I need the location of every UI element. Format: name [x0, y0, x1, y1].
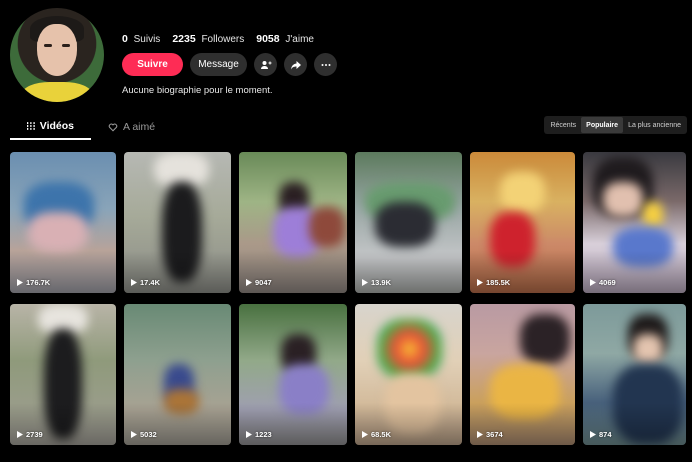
- video-card[interactable]: 2739: [10, 304, 116, 445]
- stat-followers-value: 2235: [172, 33, 196, 45]
- play-icon: [477, 431, 483, 438]
- view-count: 5032: [131, 430, 157, 439]
- play-icon: [362, 279, 368, 286]
- play-icon: [17, 431, 23, 438]
- video-card[interactable]: 4069: [583, 152, 686, 293]
- stat-likes-label: J'aime: [285, 34, 314, 45]
- view-count: 874: [590, 430, 612, 439]
- avatar-shirt: [22, 82, 92, 102]
- tab-liked-label: A aimé: [123, 121, 156, 133]
- more-options-button[interactable]: [314, 53, 337, 76]
- follow-button[interactable]: Suivre: [122, 53, 183, 76]
- stat-following-value: 0: [122, 33, 128, 45]
- play-icon: [477, 279, 483, 286]
- video-card[interactable]: 17.4K: [124, 152, 231, 293]
- profile-tabs: Vidéos A aimé: [10, 114, 172, 140]
- profile-stats: 0 Suivis 2235 Followers 9058 J'aime: [122, 33, 314, 45]
- play-icon: [17, 279, 23, 286]
- play-icon: [590, 279, 596, 286]
- video-card[interactable]: 185.5K: [470, 152, 575, 293]
- sort-popular[interactable]: Populaire: [581, 117, 624, 133]
- play-icon: [131, 431, 137, 438]
- view-count: 9047: [246, 278, 272, 287]
- grid-icon: [27, 122, 35, 130]
- stat-likes: 9058 J'aime: [256, 33, 314, 45]
- view-count: 2739: [17, 430, 43, 439]
- video-grid: 176.7K 17.4K 9047 13.9K 185.5K 4069 2739…: [10, 152, 686, 445]
- play-icon: [590, 431, 596, 438]
- video-card[interactable]: 68.5K: [355, 304, 462, 445]
- video-card[interactable]: 9047: [239, 152, 347, 293]
- profile-bio: Aucune biographie pour le moment.: [122, 85, 273, 96]
- video-card[interactable]: 3674: [470, 304, 575, 445]
- stat-followers-label: Followers: [201, 34, 245, 45]
- more-dots-icon: [321, 63, 330, 66]
- sort-oldest[interactable]: La plus ancienne: [623, 117, 686, 133]
- video-card[interactable]: 5032: [124, 304, 231, 445]
- tab-videos[interactable]: Vidéos: [10, 114, 91, 140]
- play-icon: [362, 431, 368, 438]
- tab-videos-label: Vidéos: [39, 120, 74, 132]
- heart-outline-icon: [108, 123, 118, 132]
- view-count: 185.5K: [477, 278, 510, 287]
- tab-liked[interactable]: A aimé: [91, 114, 172, 140]
- add-user-icon: [260, 60, 271, 69]
- video-card[interactable]: 1223: [239, 304, 347, 445]
- share-button[interactable]: [284, 53, 307, 76]
- video-card[interactable]: 13.9K: [355, 152, 462, 293]
- view-count: 68.5K: [362, 430, 391, 439]
- avatar-eye: [62, 44, 70, 47]
- profile-avatar: [10, 8, 104, 102]
- video-card[interactable]: 874: [583, 304, 686, 445]
- play-icon: [131, 279, 137, 286]
- play-icon: [246, 279, 252, 286]
- sort-toggle: Récents Populaire La plus ancienne: [544, 116, 687, 134]
- view-count: 17.4K: [131, 278, 160, 287]
- share-arrow-icon: [290, 60, 301, 69]
- view-count: 176.7K: [17, 278, 50, 287]
- add-friend-button[interactable]: [254, 53, 277, 76]
- view-count: 4069: [590, 278, 616, 287]
- stat-followers[interactable]: 2235 Followers: [172, 33, 244, 45]
- view-count: 13.9K: [362, 278, 391, 287]
- avatar-face: [37, 24, 77, 76]
- sort-recent[interactable]: Récents: [545, 117, 581, 133]
- view-count: 1223: [246, 430, 272, 439]
- play-icon: [246, 431, 252, 438]
- avatar-eye: [44, 44, 52, 47]
- profile-actions: Suivre Message: [122, 53, 337, 76]
- message-button[interactable]: Message: [190, 53, 247, 76]
- stat-likes-value: 9058: [256, 33, 280, 45]
- video-card[interactable]: 176.7K: [10, 152, 116, 293]
- view-count: 3674: [477, 430, 503, 439]
- stat-following[interactable]: 0 Suivis: [122, 33, 160, 45]
- stat-following-label: Suivis: [133, 34, 161, 45]
